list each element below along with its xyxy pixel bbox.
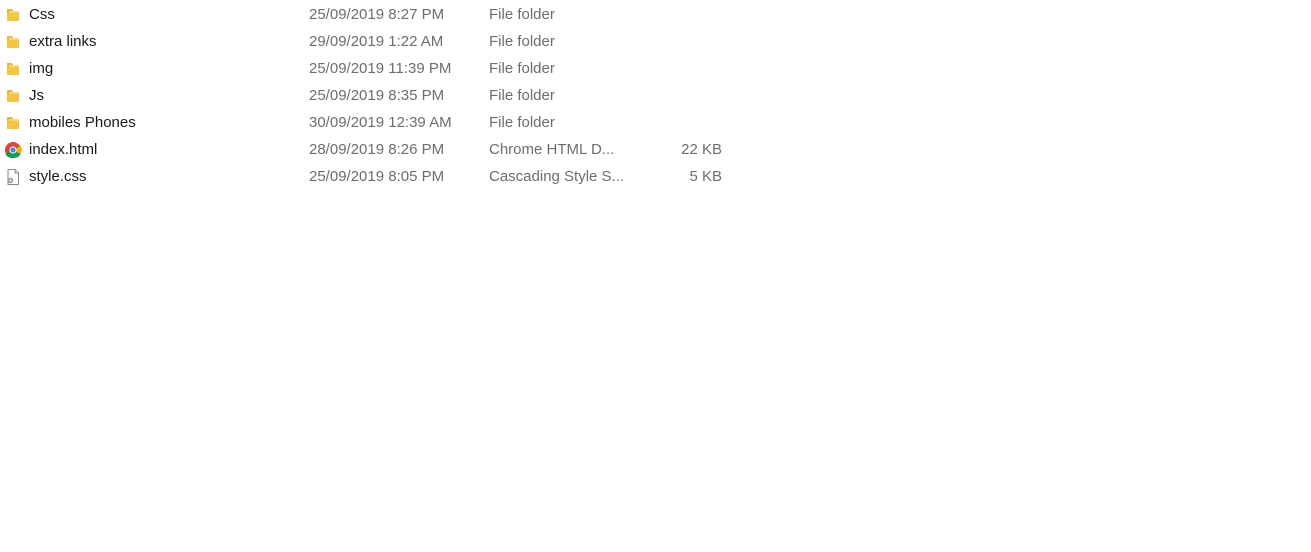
file-size: 5 KB	[689, 168, 722, 185]
folder-icon	[7, 9, 19, 21]
file-date: 29/09/2019 1:22 AM	[309, 33, 444, 50]
file-type: Cascading Style S...	[489, 168, 625, 185]
file-name: extra links	[29, 33, 97, 50]
file-row-img[interactable]: img 25/09/2019 11:39 PM File folder	[0, 55, 740, 82]
file-list: Css 25/09/2019 8:27 PM File folder extra…	[0, 1, 740, 190]
file-type: File folder	[489, 114, 555, 131]
chrome-icon	[5, 142, 22, 159]
file-name: index.html	[29, 141, 98, 158]
file-type: File folder	[489, 6, 555, 23]
file-type: File folder	[489, 60, 555, 77]
file-date: 28/09/2019 8:26 PM	[309, 141, 445, 158]
file-name: img	[29, 60, 54, 77]
folder-icon	[7, 117, 19, 129]
css-file-icon	[7, 169, 19, 185]
file-row-js[interactable]: Js 25/09/2019 8:35 PM File folder	[0, 82, 740, 109]
file-row-css[interactable]: Css 25/09/2019 8:27 PM File folder	[0, 1, 740, 28]
file-name: Css	[29, 6, 55, 23]
file-name: style.css	[29, 168, 87, 185]
file-date: 30/09/2019 12:39 AM	[309, 114, 452, 131]
folder-icon	[7, 36, 19, 48]
file-date: 25/09/2019 8:27 PM	[309, 6, 445, 23]
folder-icon	[7, 90, 19, 102]
file-row-style-css[interactable]: style.css 25/09/2019 8:05 PM Cascading S…	[0, 163, 740, 190]
file-date: 25/09/2019 8:05 PM	[309, 168, 445, 185]
file-type: File folder	[489, 33, 555, 50]
file-type: Chrome HTML D...	[489, 141, 615, 158]
file-row-mobiles-phones[interactable]: mobiles Phones 30/09/2019 12:39 AM File …	[0, 109, 740, 136]
file-date: 25/09/2019 8:35 PM	[309, 87, 445, 104]
file-row-index-html[interactable]: index.html 28/09/2019 8:26 PM Chrome HTM…	[0, 136, 740, 163]
file-size: 22 KB	[681, 141, 722, 158]
file-name: Js	[29, 87, 44, 104]
file-name: mobiles Phones	[29, 114, 136, 131]
folder-icon	[7, 63, 19, 75]
file-date: 25/09/2019 11:39 PM	[309, 60, 452, 77]
file-type: File folder	[489, 87, 555, 104]
file-row-extra-links[interactable]: extra links 29/09/2019 1:22 AM File fold…	[0, 28, 740, 55]
